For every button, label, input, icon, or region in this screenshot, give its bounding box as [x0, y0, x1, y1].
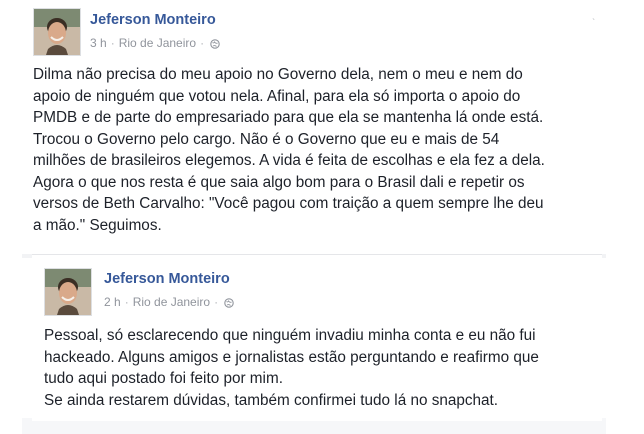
meta-separator: · [214, 295, 219, 309]
author-avatar[interactable] [44, 268, 92, 316]
meta-separator: · [110, 36, 115, 50]
post-location[interactable]: Rio de Janeiro [119, 36, 196, 50]
globe-icon[interactable] [210, 38, 220, 49]
globe-icon[interactable] [224, 297, 234, 308]
post-body-line: tudo aqui postado foi feito por mim. [44, 370, 283, 387]
post-author-name[interactable]: Jeferson Monteiro [90, 12, 216, 28]
post-body-line: a mão." Seguimos. [33, 216, 162, 234]
post-body-line: Trocou o Governo pelo cargo. Não é o Gov… [33, 130, 500, 148]
post-body-line: PMDB e de parte do empresariado para que… [33, 109, 544, 126]
post-body: Dilma não precisa do meu apoio no Govern… [33, 64, 545, 236]
post-body-line: Agora o que nos resta é que saia algo bo… [33, 173, 525, 191]
followup-post-card: Jeferson Monteiro 2 h · Rio de Janeiro ·… [32, 254, 602, 421]
post-card: Jeferson Monteiro 3 h · Rio de Janeiro ·… [22, 0, 606, 254]
post-location[interactable]: Rio de Janeiro [133, 295, 210, 309]
post-author-name[interactable]: Jeferson Monteiro [104, 271, 230, 287]
post-body-line: Se ainda restarem dúvidas, também confir… [44, 391, 499, 409]
post-body: Pessoal, só esclarecendo que ninguém inv… [44, 325, 539, 411]
post-body-line: milhões de brasileiros elegemos. A vida … [33, 152, 545, 169]
post-timestamp[interactable]: 2 h [104, 295, 121, 309]
meta-separator: · [200, 36, 205, 50]
post-body-line: Pessoal, só esclarecendo que ninguém inv… [44, 327, 536, 344]
post-body-line: versos de Beth Carvalho: "Você pagou com… [33, 195, 544, 212]
post-options-chevron-icon[interactable]: ˎ [592, 10, 602, 21]
post-body-line: Dilma não precisa do meu apoio no Govern… [33, 66, 523, 83]
post-body-line: hackeado. Alguns amigos e jornalistas es… [44, 348, 539, 366]
post-meta: 3 h · Rio de Janeiro · [90, 36, 220, 50]
post-timestamp[interactable]: 3 h [90, 36, 107, 50]
post-meta: 2 h · Rio de Janeiro · [104, 295, 234, 309]
meta-separator: · [124, 295, 129, 309]
post-body-line: apoio de ninguém que votou nela. Afinal,… [33, 87, 521, 105]
author-avatar[interactable] [33, 8, 81, 56]
